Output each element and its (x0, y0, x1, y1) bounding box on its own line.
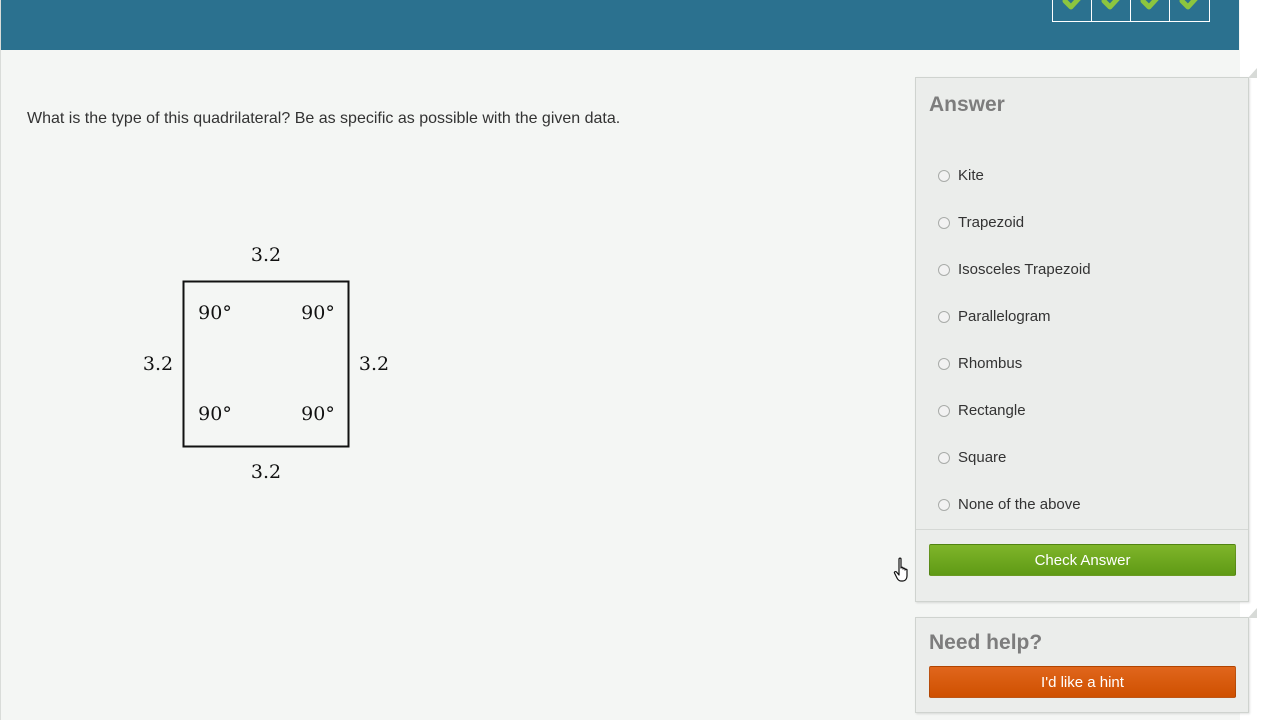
radio-button[interactable] (938, 263, 950, 276)
option-isosceles-trapezoid[interactable]: Isosceles Trapezoid (938, 246, 1091, 293)
option-square[interactable]: Square (938, 434, 1091, 481)
question-text: What is the type of this quadrilateral? … (27, 110, 621, 127)
option-label: Kite (958, 167, 984, 184)
angle-label-bottom-left: 90° (198, 403, 232, 425)
streak-box-1 (1053, 0, 1092, 21)
radio-button[interactable] (938, 451, 950, 464)
help-title: Need help? (929, 631, 1043, 654)
header-bar (1, 0, 1239, 50)
option-label: None of the above (958, 496, 1081, 513)
option-label: Parallelogram (958, 308, 1051, 325)
side-label-left: 3.2 (143, 353, 173, 375)
streak-progress (1052, 0, 1210, 22)
angle-label-top-right: 90° (301, 302, 335, 324)
answer-title: Answer (929, 93, 1005, 116)
check-mark-icon (1179, 0, 1198, 10)
check-answer-button[interactable]: Check Answer (929, 544, 1236, 576)
check-mark-icon (1101, 0, 1120, 10)
divider (916, 529, 1248, 530)
angle-label-bottom-right: 90° (301, 403, 335, 425)
panel-corner (1248, 68, 1257, 78)
hand-pointer-cursor-icon (893, 557, 908, 582)
option-trapezoid[interactable]: Trapezoid (938, 199, 1091, 246)
check-mark-icon (1062, 0, 1081, 10)
streak-box-2 (1092, 0, 1131, 21)
answer-panel: Answer Kite Trapezoid Isosceles Trapezoi… (915, 68, 1257, 602)
radio-button[interactable] (938, 169, 950, 182)
side-label-bottom: 3.2 (251, 461, 281, 483)
panel-corner (1248, 608, 1257, 618)
check-mark-icon (1140, 0, 1159, 10)
option-label: Trapezoid (958, 214, 1025, 231)
radio-button[interactable] (938, 498, 950, 511)
streak-box-4 (1170, 0, 1209, 21)
option-label: Square (958, 449, 1007, 466)
option-label: Rectangle (958, 402, 1026, 419)
radio-button[interactable] (938, 216, 950, 229)
radio-button[interactable] (938, 404, 950, 417)
option-rhombus[interactable]: Rhombus (938, 340, 1091, 387)
option-rectangle[interactable]: Rectangle (938, 387, 1091, 434)
option-label: Isosceles Trapezoid (958, 261, 1091, 278)
help-panel: Need help? I'd like a hint (915, 608, 1257, 713)
option-none-of-the-above[interactable]: None of the above (938, 481, 1091, 528)
angle-label-top-left: 90° (198, 302, 232, 324)
streak-box-3 (1131, 0, 1170, 21)
option-parallelogram[interactable]: Parallelogram (938, 293, 1091, 340)
radio-button[interactable] (938, 310, 950, 323)
option-label: Rhombus (958, 355, 1023, 372)
option-kite[interactable]: Kite (938, 152, 1091, 199)
quadrilateral-figure: 3.2 3.2 3.2 3.2 90° 90° 90° 90° (143, 244, 389, 483)
hint-button[interactable]: I'd like a hint (929, 666, 1236, 698)
radio-button[interactable] (938, 357, 950, 370)
side-label-right: 3.2 (359, 353, 389, 375)
answer-options: Kite Trapezoid Isosceles Trapezoid Paral… (938, 152, 1091, 528)
side-label-top: 3.2 (251, 244, 281, 266)
